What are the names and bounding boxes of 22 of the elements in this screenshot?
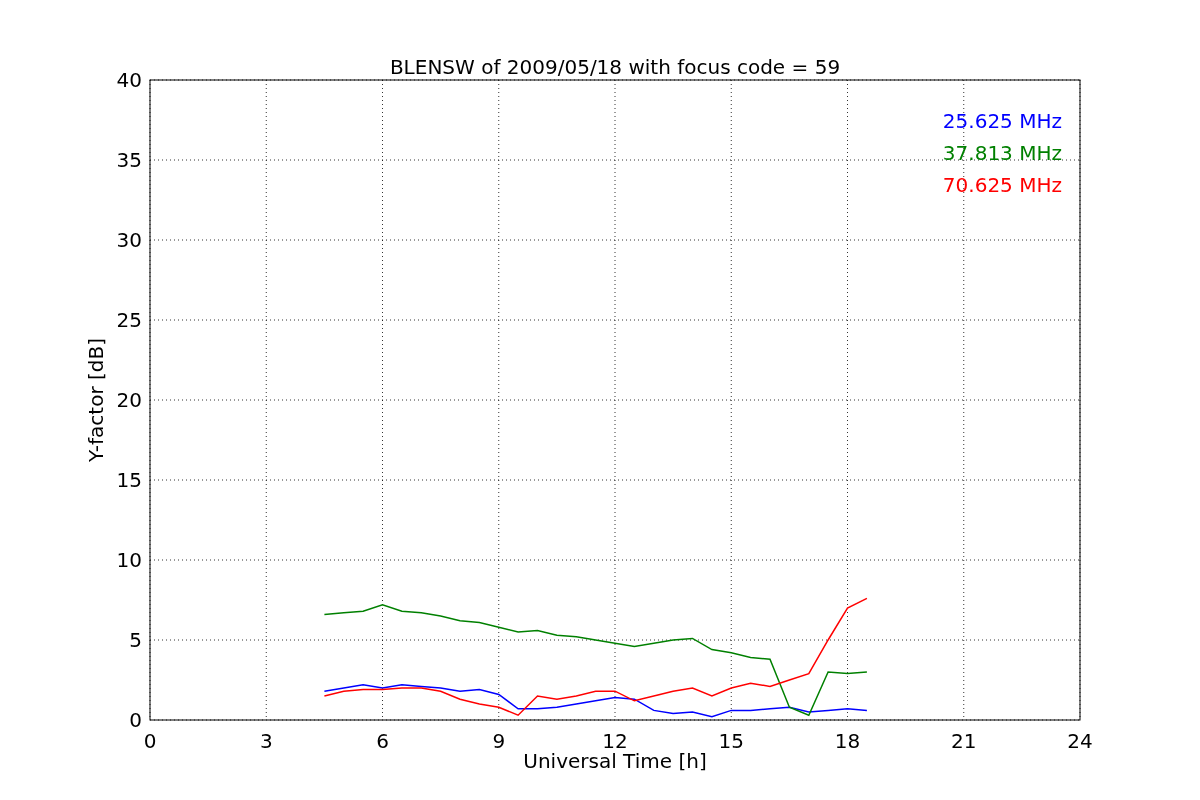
tick-label: 40 [116,68,142,92]
tick-label: 21 [951,729,977,753]
chart-title: BLENSW of 2009/05/18 with focus code = 59 [389,55,841,79]
tick-label: 15 [718,729,744,753]
tick-label: 20 [116,388,142,412]
tick-label: 5 [129,628,142,652]
tick-label: 35 [116,148,142,172]
tick-label: 3 [259,729,273,753]
tick-label: 25 [116,308,142,332]
legend-label: 70.625 MHz [942,173,1062,197]
tick-label: 30 [116,228,142,252]
tick-label: 0 [129,708,142,732]
tick-label: 15 [116,468,142,492]
tick-label: 10 [116,548,142,572]
legend-label: 25.625 MHz [942,109,1062,133]
tick-label: 9 [492,729,506,753]
tick-label: 24 [1067,729,1093,753]
tick-label: 6 [376,729,389,753]
legend-label: 37.813 MHz [942,141,1062,165]
tick-label: 0 [143,729,157,753]
y-axis-label: Y-factor [dB] [84,338,108,462]
tick-label: 18 [834,729,861,753]
